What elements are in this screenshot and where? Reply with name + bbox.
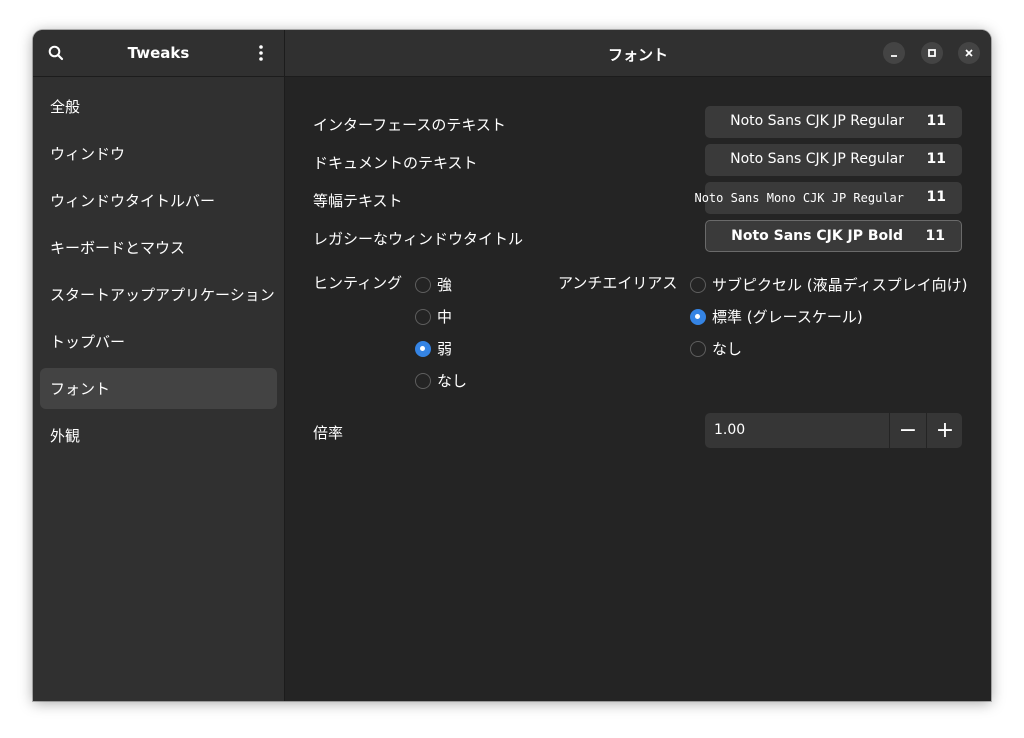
maximize-button[interactable] bbox=[921, 42, 943, 64]
radio-button[interactable] bbox=[415, 340, 431, 357]
sidebar-item-label: 全般 bbox=[50, 98, 81, 116]
sidebar-item-fonts[interactable]: フォント bbox=[40, 368, 277, 409]
sidebar: Tweaks 全般 ウィンドウ ウィンドウタイトルバー キーボードとマウス スタ… bbox=[33, 30, 285, 701]
radio-label: なし bbox=[437, 372, 468, 390]
radio-label: 弱 bbox=[437, 340, 453, 358]
close-button[interactable] bbox=[958, 42, 980, 64]
sidebar-item-startup-apps[interactable]: スタートアップアプリケーション bbox=[40, 274, 277, 315]
hinting-label: ヒンティング bbox=[313, 274, 403, 292]
antialiasing-option-standard[interactable]: 標準 (グレースケール) bbox=[690, 306, 863, 327]
plus-icon: + bbox=[935, 418, 955, 443]
radio-button[interactable] bbox=[690, 276, 706, 293]
scale-value-input[interactable]: 1.00 bbox=[714, 422, 745, 438]
radio-label: サブピクセル (液晶ディスプレイ向け) bbox=[712, 276, 968, 294]
font-name: Noto Sans CJK JP Regular bbox=[730, 113, 904, 129]
radio-button[interactable] bbox=[415, 308, 431, 325]
sidebar-item-label: キーボードとマウス bbox=[50, 239, 186, 257]
main-header: フォント bbox=[285, 30, 991, 77]
font-name: Noto Sans Mono CJK JP Regular bbox=[694, 191, 904, 205]
sidebar-item-keyboard-mouse[interactable]: キーボードとマウス bbox=[40, 227, 277, 268]
font-size: 11 bbox=[925, 228, 945, 244]
increase-button[interactable]: + bbox=[927, 413, 963, 448]
font-name: Noto Sans CJK JP Bold bbox=[731, 228, 903, 244]
sidebar-item-label: ウィンドウ bbox=[50, 145, 126, 163]
radio-button[interactable] bbox=[415, 372, 431, 389]
interface-text-label: インターフェースのテキスト bbox=[313, 116, 506, 134]
sidebar-item-label: トップバー bbox=[50, 333, 126, 351]
hinting-option-medium[interactable]: 中 bbox=[415, 306, 452, 327]
radio-button[interactable] bbox=[690, 340, 706, 357]
sidebar-item-windows[interactable]: ウィンドウ bbox=[40, 133, 277, 174]
antialiasing-option-subpixel[interactable]: サブピクセル (液晶ディスプレイ向け) bbox=[690, 274, 967, 295]
radio-label: 強 bbox=[437, 276, 453, 294]
sidebar-list: 全般 ウィンドウ ウィンドウタイトルバー キーボードとマウス スタートアップアプ… bbox=[33, 86, 284, 462]
sidebar-item-top-bar[interactable]: トップバー bbox=[40, 321, 277, 362]
legacy-window-title-font-button[interactable]: Noto Sans CJK JP Bold 11 bbox=[705, 220, 962, 252]
font-name: Noto Sans CJK JP Regular bbox=[730, 151, 904, 167]
font-size: 11 bbox=[926, 151, 946, 167]
sidebar-header: Tweaks bbox=[33, 30, 284, 77]
main-panel: フォント インターフェースのテキスト Noto Sans CJK JP Regu… bbox=[285, 30, 991, 701]
sidebar-item-label: フォント bbox=[50, 380, 111, 398]
font-size: 11 bbox=[926, 113, 946, 129]
document-font-button[interactable]: Noto Sans CJK JP Regular 11 bbox=[705, 144, 962, 176]
interface-font-button[interactable]: Noto Sans CJK JP Regular 11 bbox=[705, 106, 962, 138]
minimize-button[interactable] bbox=[883, 42, 905, 64]
close-icon bbox=[965, 49, 973, 57]
scale-label: 倍率 bbox=[313, 424, 344, 442]
monospace-font-button[interactable]: Noto Sans Mono CJK JP Regular 11 bbox=[694, 182, 962, 214]
radio-button[interactable] bbox=[415, 276, 431, 293]
scale-spinbutton: 1.00 − + bbox=[705, 413, 962, 448]
radio-label: 標準 (グレースケール) bbox=[712, 308, 863, 326]
vertical-dots-icon[interactable] bbox=[251, 43, 271, 63]
radio-button[interactable] bbox=[690, 308, 706, 325]
monospace-text-label: 等幅テキスト bbox=[313, 192, 403, 210]
hinting-option-none[interactable]: なし bbox=[415, 370, 467, 391]
document-text-label: ドキュメントのテキスト bbox=[313, 154, 478, 172]
font-size: 11 bbox=[926, 189, 946, 205]
radio-label: なし bbox=[712, 340, 743, 358]
sidebar-item-label: スタートアップアプリケーション bbox=[50, 286, 275, 304]
legacy-window-title-label: レガシーなウィンドウタイトル bbox=[313, 230, 524, 248]
minus-icon: − bbox=[898, 418, 918, 443]
sidebar-item-window-titlebars[interactable]: ウィンドウタイトルバー bbox=[40, 180, 277, 221]
decrease-button[interactable]: − bbox=[890, 413, 926, 448]
maximize-icon bbox=[928, 49, 936, 57]
antialiasing-option-none[interactable]: なし bbox=[690, 338, 742, 359]
hinting-option-slight[interactable]: 弱 bbox=[415, 338, 452, 359]
sidebar-item-label: ウィンドウタイトルバー bbox=[50, 192, 216, 210]
minimize-icon bbox=[891, 55, 897, 57]
hinting-option-full[interactable]: 強 bbox=[415, 274, 452, 295]
sidebar-title: Tweaks bbox=[127, 44, 190, 62]
antialiasing-label: アンチエイリアス bbox=[558, 274, 678, 292]
radio-label: 中 bbox=[437, 308, 453, 326]
tweaks-window: Tweaks 全般 ウィンドウ ウィンドウタイトルバー キーボードとマウス スタ… bbox=[33, 30, 991, 701]
sidebar-item-label: 外観 bbox=[50, 427, 81, 445]
sidebar-item-general[interactable]: 全般 bbox=[40, 86, 277, 127]
sidebar-item-appearance[interactable]: 外観 bbox=[40, 415, 277, 456]
